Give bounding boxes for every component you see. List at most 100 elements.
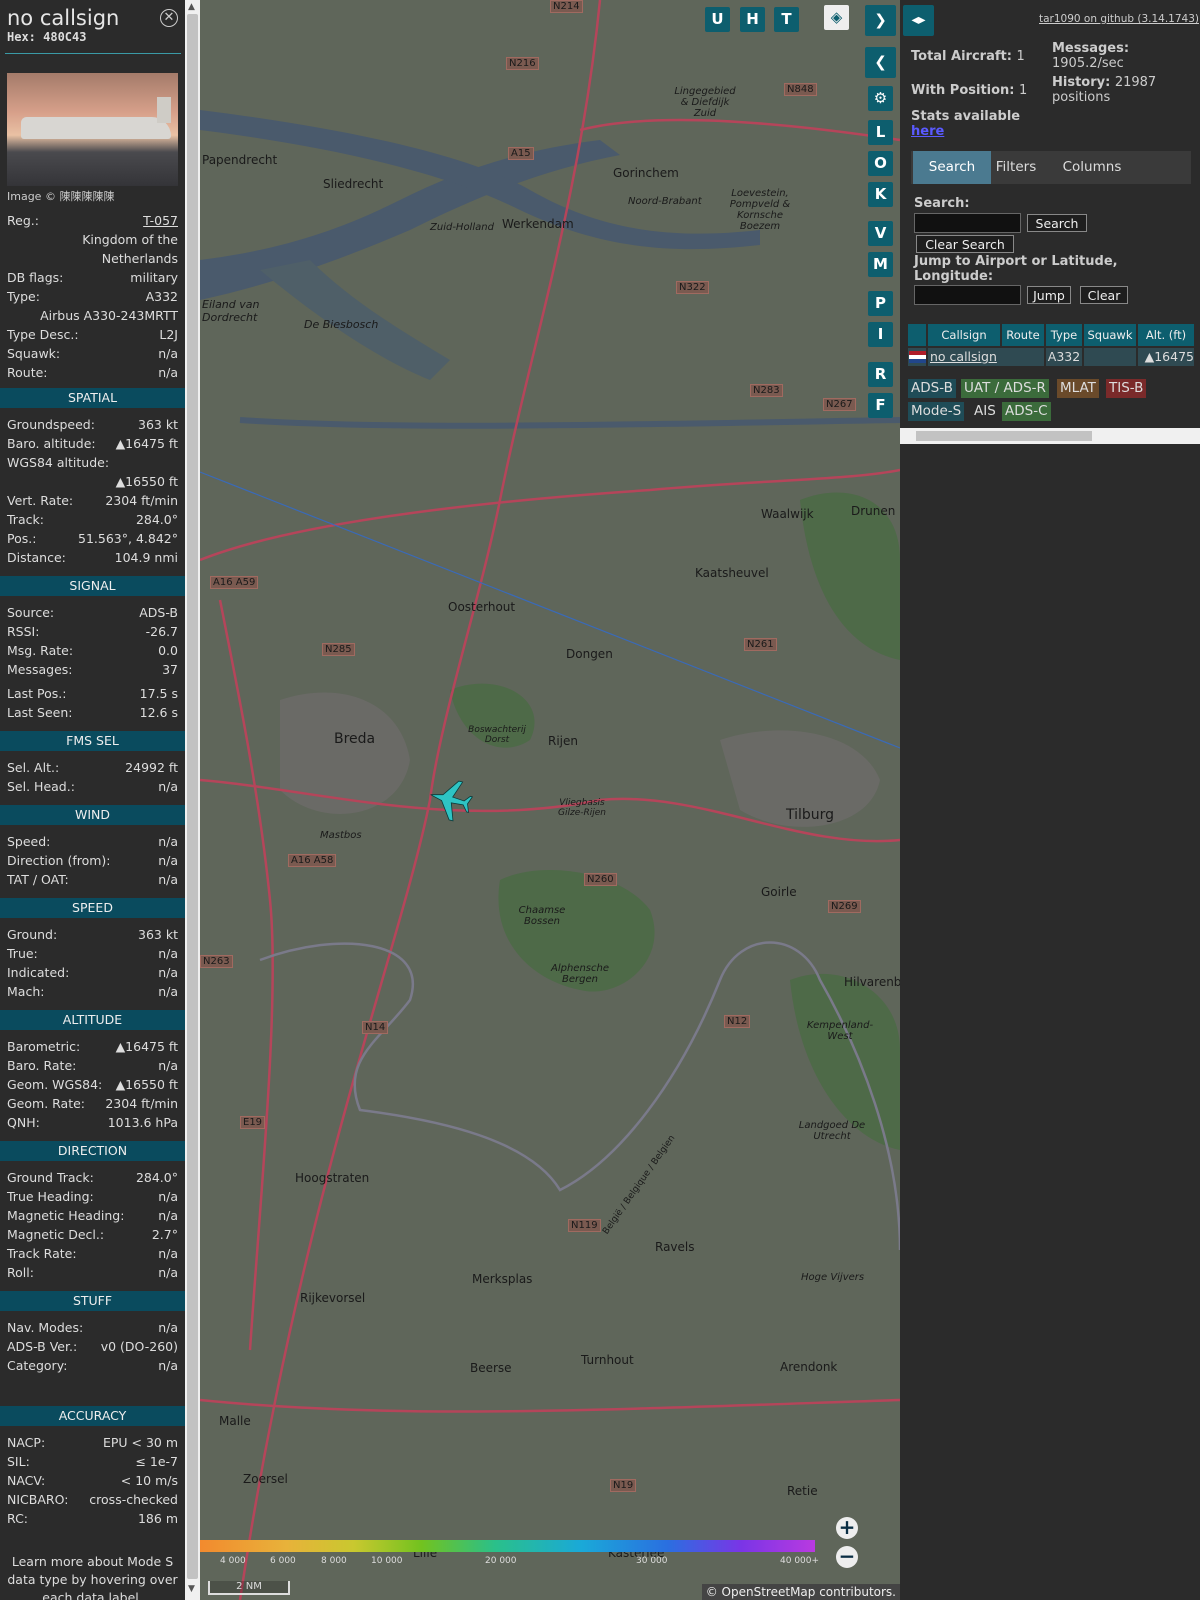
section-header-altitude[interactable]: ALTITUDE [0,1010,185,1030]
info-value: 24992 ft [125,760,178,775]
road-label: A16 A58 [288,854,337,867]
section-header-spatial[interactable]: SPATIAL [0,388,185,408]
map-button-o[interactable]: O [868,151,893,176]
info-row: Mach: n/a [7,984,178,1002]
info-key: Sel. Head.: [7,779,75,794]
map-button-h[interactable]: H [740,7,765,32]
badge-adsc[interactable]: ADS-C [1002,402,1051,421]
map-button-m[interactable]: M [868,252,893,277]
map-button-v[interactable]: V [868,221,893,246]
map-label-oosterhout: Oosterhout [448,600,516,614]
map-button-f[interactable]: F [868,393,893,418]
map-button-p[interactable]: P [868,291,893,316]
table-header-squawk[interactable]: Squawk [1084,324,1136,346]
map-label-eiland: Eiland van Dordrecht [202,298,260,324]
map-button-l[interactable]: L [868,120,893,145]
road-label: N263 [200,955,233,968]
map-button-i[interactable]: I [868,322,893,347]
map-button-u[interactable]: U [705,7,730,32]
registration-link[interactable]: T-057 [143,213,178,228]
section-header-wind[interactable]: WIND [0,805,185,825]
jump-button[interactable]: Jump [1027,286,1071,304]
badge-uat[interactable]: UAT / ADS-R [961,379,1049,398]
info-row: Distance: 104.9 nmi [7,550,178,568]
tab-search[interactable]: Search [913,151,991,184]
map-button-t[interactable]: T [774,7,799,32]
left-scrollbar[interactable]: ▲ ▼ [185,0,200,1600]
info-value: n/a [158,779,178,794]
section-header-accuracy[interactable]: ACCURACY [0,1406,185,1426]
badge-adsb[interactable]: ADS-B [908,379,956,398]
map-label-landgoed: Landgoed De Utrecht [798,1120,866,1142]
info-key: Geom. Rate: [7,1096,86,1111]
clear-button[interactable]: Clear [1080,286,1128,304]
row-callsign[interactable]: no callsign [928,348,1002,366]
info-key: Geom. WGS84: [7,1077,103,1092]
info-value: n/a [158,1189,178,1204]
tab-filters[interactable]: Filters [986,151,1046,184]
info-row: NACV: < 10 m/s [7,1473,178,1491]
info-key: Source: [7,605,55,620]
info-row: Track Rate: n/a [7,1246,178,1264]
info-value: v0 (DO-260) [100,1339,178,1354]
info-value: 1013.6 hPa [107,1115,178,1130]
map-label-hilvarenbeek: Hilvarenbeek [844,975,900,989]
info-value: n/a [158,834,178,849]
info-row: Last Pos.: 17.5 s [7,686,178,704]
chevron-left-icon[interactable]: ❮ [865,47,896,78]
table-header-callsign[interactable]: Callsign [928,324,1000,346]
info-value: 186 m [137,1511,178,1526]
section-header-signal[interactable]: SIGNAL [0,576,185,596]
info-row: Indicated: n/a [7,965,178,983]
map-button-r[interactable]: R [868,362,893,387]
expand-collapse-icon[interactable]: ◂▸ [903,5,934,36]
tab-columns[interactable]: Columns [1050,151,1134,184]
layers-icon[interactable]: ◈ [824,5,849,30]
badge-modes[interactable]: Mode-S [908,402,965,421]
search-input[interactable] [914,213,1021,233]
map-label-dongen: Dongen [566,647,613,661]
aircraft-photo[interactable] [7,73,178,186]
info-value: n/a [158,346,178,361]
map-label-ravels: Ravels [655,1240,695,1254]
info-value: ▲16550 ft [115,1077,178,1092]
table-scrollbar[interactable] [900,428,1200,444]
info-value: ≤ 1e-7 [135,1454,178,1469]
close-icon[interactable]: ✕ [160,9,178,27]
info-key: NICBARO: [7,1492,69,1507]
road-label: N216 [506,57,539,70]
table-header-type[interactable]: Type [1046,324,1082,346]
section-header-speed[interactable]: SPEED [0,898,185,918]
section-header-direction[interactable]: DIRECTION [0,1141,185,1161]
chevron-right-icon[interactable]: ❯ [865,5,896,36]
table-header-route[interactable]: Route [1002,324,1044,346]
zoom-in-button[interactable]: + [836,1517,858,1539]
image-credit: Image © 陳陳陳陳陳 [7,190,115,203]
badge-tisb[interactable]: TIS-B [1106,379,1147,398]
info-value: n/a [158,1208,178,1223]
section-header-fms-sel[interactable]: FMS SEL [0,731,185,751]
clear-search-button[interactable]: Clear Search [916,235,1014,253]
github-link[interactable]: tar1090 on github (3.14.1743) [1039,13,1199,25]
search-button[interactable]: Search [1027,214,1087,232]
aircraft-info-panel: no callsign Hex: 480C43 ✕ Image © 陳陳陳陳陳 … [0,0,185,1600]
info-value: n/a [158,1265,178,1280]
zoom-out-button[interactable]: − [836,1546,858,1568]
info-value: 17.5 s [139,686,178,701]
section-header-stuff[interactable]: STUFF [0,1291,185,1311]
badge-mlat[interactable]: MLAT [1057,379,1099,398]
map-button-k[interactable]: K [868,182,893,207]
settings-gear-icon[interactable]: ⚙ [868,86,893,111]
badge-ais[interactable]: AIS [971,402,999,421]
row-altitude: ▲16475 [1138,348,1194,366]
stats-here-link[interactable]: here [911,124,1020,139]
info-key: Reg.: [7,213,39,228]
info-value: cross-checked [89,1492,178,1507]
map-view[interactable]: Breda Tilburg Oosterhout Dongen Rijen Go… [200,0,900,1600]
info-key: Groundspeed: [7,417,95,432]
jump-label: Jump to Airport or Latitude, Longitude: [914,254,1118,284]
jump-input[interactable] [914,285,1021,305]
info-row: NACP: EPU < 30 m [7,1435,178,1453]
info-row: Magnetic Heading: n/a [7,1208,178,1226]
table-header-altitude[interactable]: Alt. (ft) [1138,324,1194,346]
